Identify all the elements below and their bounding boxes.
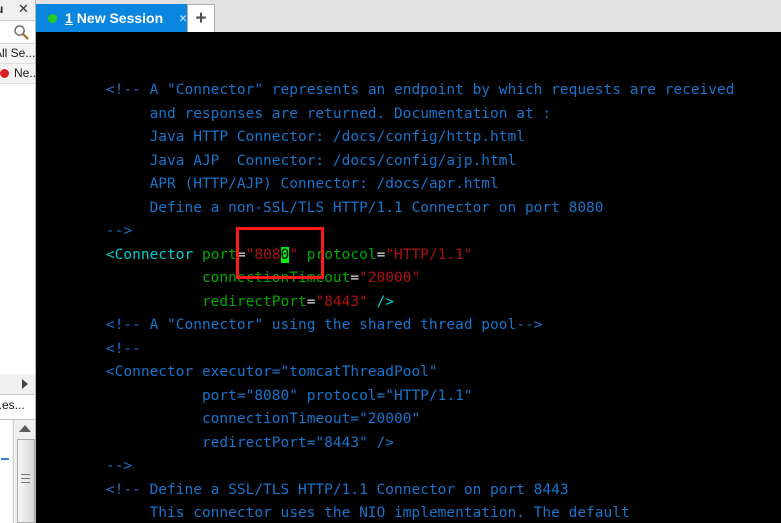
code-line: <Connector executor="tomcatThreadPool" [71, 361, 743, 385]
tab-index-label: 1 [65, 10, 73, 26]
code-token: <!-- [105, 340, 141, 357]
left-panel-search-row[interactable] [0, 21, 35, 44]
code-line: <!-- Define a SSL/TLS HTTP/1.1 Connector… [71, 479, 743, 503]
code-line: connectionTimeout="20000" [71, 408, 743, 432]
tab-bar: 1 New Session ✕ + [36, 0, 781, 32]
code-token: connectionTimeout="20000" [71, 411, 421, 427]
code-token: redirectPort [201, 293, 307, 310]
code-line: APR (HTTP/AJP) Connector: /docs/apr.html [71, 173, 743, 197]
left-host-panel: u ✕ All Se... Ne... ...es... [0, 0, 36, 523]
scroll-up-icon[interactable] [19, 425, 31, 432]
list-item-label: All Se... [0, 46, 35, 60]
code-token: /> [376, 293, 395, 310]
code-token: port="8080" protocol="HTTP/1.1" [71, 387, 473, 404]
list-item-label: Ne... [14, 66, 35, 80]
code-line: connectionTimeout="20000" [71, 267, 743, 291]
text-cursor: 0 [280, 246, 290, 263]
code-token: Define a non-SSL/TLS HTTP/1.1 Connector … [71, 199, 604, 216]
code-token: --> [105, 458, 133, 474]
red-circle-icon [0, 67, 11, 80]
left-panel-title: u [0, 2, 3, 16]
code-line: <!-- [71, 338, 743, 362]
tab-new-session[interactable]: 1 New Session ✕ [36, 4, 197, 32]
scrollbar[interactable] [13, 420, 35, 523]
code-token: port [201, 246, 237, 263]
left-panel-titlebar: u ✕ [0, 0, 35, 21]
code-token: = [350, 270, 360, 286]
code-token: redirectPort="8443" /> [71, 434, 395, 451]
code-content: <!-- A "Connector" represents an endpoin… [71, 79, 743, 523]
chevron-right-icon[interactable] [22, 379, 28, 389]
code-token: <!-- A "Connector" represents an endpoin… [105, 82, 735, 98]
search-icon[interactable] [13, 24, 29, 40]
code-token: "8443" [315, 293, 368, 310]
code-line: <!-- A "Connector" represents an endpoin… [71, 79, 743, 103]
grip-icon [21, 474, 30, 483]
plus-icon: + [195, 8, 207, 29]
selection-marker [1, 458, 9, 460]
code-token: "20000" [359, 270, 421, 286]
code-line: Define a non-SSL/TLS HTTP/1.1 Connector … [71, 197, 743, 221]
code-line: Java HTTP Connector: /docs/config/http.h… [71, 126, 743, 150]
code-token: <Connector [105, 246, 194, 263]
code-token: --> [105, 223, 133, 239]
code-token: "HTTP/1.1" [385, 246, 473, 263]
left-panel-lower-pane [0, 419, 35, 523]
code-line: redirectPort="8443" /> [71, 291, 743, 315]
terminal-output[interactable]: <!-- A "Connector" represents an endpoin… [36, 32, 781, 523]
code-line: port="8080" protocol="HTTP/1.1" [71, 385, 743, 409]
scrollbar-thumb[interactable] [17, 439, 35, 523]
code-token: = [236, 246, 246, 263]
code-line: redirectPort="8443" /> [71, 432, 743, 456]
code-line: --> [71, 455, 743, 479]
tab-label: New Session [76, 10, 164, 26]
close-icon[interactable]: ✕ [179, 12, 187, 25]
close-icon[interactable]: ✕ [18, 2, 29, 16]
code-token: This connector uses the NIO implementati… [71, 505, 630, 521]
left-panel-body [0, 84, 35, 375]
code-token: <!-- A "Connector" using the shared thre… [105, 317, 543, 333]
list-item[interactable]: All Se... [0, 44, 35, 64]
code-line: This connector uses the NIO implementati… [71, 502, 743, 523]
code-line: --> [71, 220, 743, 244]
code-token: <!-- Define a SSL/TLS HTTP/1.1 Connector… [105, 481, 569, 498]
code-token: APR (HTTP/AJP) Connector: /docs/apr.html [71, 176, 499, 192]
code-token: Java HTTP Connector: /docs/config/http.h… [71, 129, 525, 145]
code-line: <!-- A "Connector" using the shared thre… [71, 314, 743, 338]
left-panel-status-row: ...es... [0, 395, 35, 419]
code-line: and responses are returned. Documentatio… [71, 103, 743, 127]
code-token: and responses are returned. Documentatio… [71, 105, 552, 122]
green-dot-icon [48, 13, 57, 23]
new-tab-button[interactable]: + [187, 4, 215, 32]
code-token: "808 [245, 246, 281, 263]
status-text: ...es... [0, 398, 25, 412]
code-token: Java AJP Connector: /docs/config/ajp.htm… [71, 152, 517, 169]
code-line: <Connector port="8080" protocol="HTTP/1.… [71, 244, 743, 268]
code-token: connectionTimeout [201, 270, 351, 286]
left-panel-lower-content [0, 420, 12, 523]
code-token: " [289, 246, 299, 263]
left-panel-expand-bar[interactable] [0, 374, 35, 395]
code-token: <Connector executor="tomcatThreadPool" [105, 364, 438, 380]
code-line: Java AJP Connector: /docs/config/ajp.htm… [71, 150, 743, 174]
terminal-app-window: u ✕ All Se... Ne... ...es... [0, 0, 781, 523]
code-token: protocol [306, 246, 377, 263]
list-item[interactable]: Ne... [0, 64, 35, 84]
